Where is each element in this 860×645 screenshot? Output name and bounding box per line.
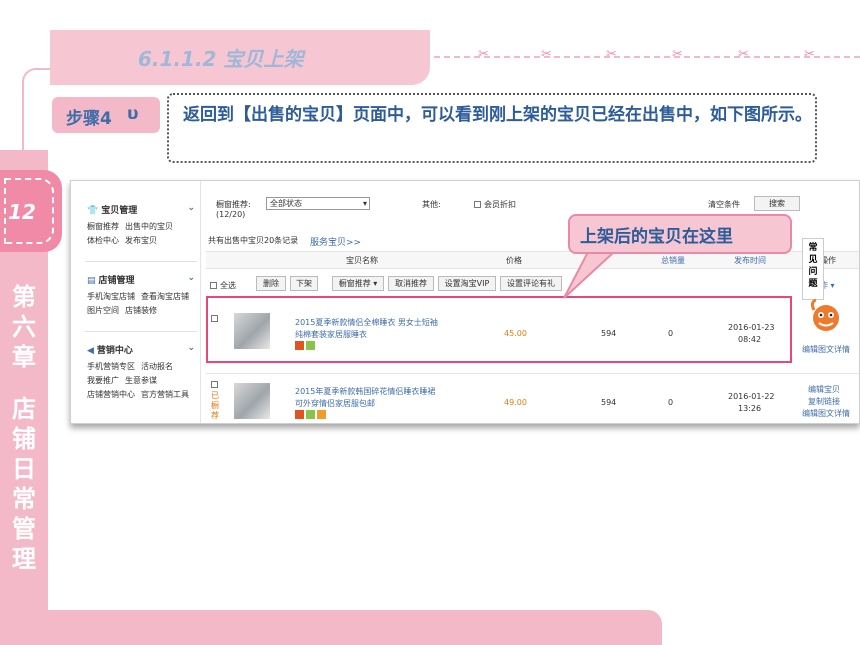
- sidebar-link[interactable]: 店铺装修: [125, 304, 157, 318]
- status-select-value: 全部状态: [270, 199, 302, 208]
- sidebar-link[interactable]: 手机营销专区: [87, 360, 135, 374]
- column-sales[interactable]: 总销量: [661, 255, 685, 266]
- row-checkbox[interactable]: [211, 381, 218, 388]
- sidebar-link[interactable]: 官方营销工具: [141, 388, 189, 402]
- chevron-down-icon[interactable]: ⌄: [187, 203, 195, 213]
- cancel-recommend-button[interactable]: 取消推荐: [388, 276, 434, 291]
- faq-tab[interactable]: 常见问题: [802, 238, 824, 300]
- sidebar-group-marketing: ◀ 营销中心 ⌄ 手机营销专区 活动报名 我要推广 生意参谋 店铺营销中心 官方营销工具: [87, 343, 199, 402]
- sidebar-link[interactable]: 图片空间: [87, 304, 119, 318]
- seller-sidebar: 👕 宝贝管理 ⌄ 橱窗推荐 出售中的宝贝 体检中心 发布宝贝 ▤ 店铺管理 ⌄ 手机淘宝店铺…: [71, 181, 201, 423]
- chevron-down-icon[interactable]: ⌄: [187, 273, 195, 283]
- sidebar-link[interactable]: 我要推广: [87, 374, 119, 388]
- sidebar-group-title: 店铺管理: [98, 276, 135, 286]
- step-icon: υ: [127, 104, 139, 124]
- column-price[interactable]: 价格: [506, 255, 522, 266]
- product-thumbnail[interactable]: [234, 383, 270, 419]
- mobile-icon: [295, 410, 304, 419]
- sidebar-link[interactable]: 手机淘宝店铺: [87, 290, 135, 304]
- sidebar-link[interactable]: 生意参谋: [125, 374, 157, 388]
- sidebar-link[interactable]: 发布宝贝: [125, 234, 157, 248]
- product-time: 13:26: [738, 404, 762, 413]
- window-recommend-button-label: 橱窗推荐: [338, 279, 371, 288]
- member-discount-checkbox[interactable]: [474, 201, 481, 208]
- callout-pointer: [563, 251, 617, 299]
- callout-text: 上架后的宝贝在这里: [580, 227, 733, 247]
- scissors-icon: ✂: [478, 47, 489, 62]
- sidebar-link[interactable]: 店铺营销中心: [87, 388, 135, 402]
- chevron-down-icon: ▾: [362, 199, 367, 208]
- sidebar-group-items: 👕 宝贝管理 ⌄ 橱窗推荐 出售中的宝贝 体检中心 发布宝贝: [87, 203, 199, 248]
- product-stock: 594: [601, 398, 617, 407]
- tag-icon: [306, 410, 315, 419]
- edit-detail-link[interactable]: 编辑图文详情: [802, 408, 850, 419]
- other-label: 其他:: [422, 200, 441, 209]
- member-discount-label: 会员折扣: [484, 200, 516, 209]
- column-time[interactable]: 发布时间: [734, 255, 766, 266]
- store-icon: ▤: [87, 276, 96, 286]
- member-discount-option[interactable]: 会员折扣: [474, 199, 516, 210]
- sidebar-link[interactable]: 出售中的宝贝: [125, 220, 173, 234]
- window-count: (12/20): [216, 210, 246, 219]
- sidebar-group-store: ▤ 店铺管理 ⌄ 手机淘宝店铺 查看淘宝店铺 图片空间 店铺装修: [87, 273, 199, 318]
- scissors-icon: ✂: [606, 47, 617, 62]
- product-price: 49.00: [504, 398, 527, 407]
- clear-filters-link[interactable]: 清空条件: [708, 199, 740, 210]
- status-select[interactable]: 全部状态 ▾: [266, 197, 370, 210]
- sidebar-group-title: 营销中心: [96, 346, 133, 356]
- search-button[interactable]: 搜索: [754, 196, 800, 211]
- delist-button[interactable]: 下架: [290, 276, 318, 291]
- set-vip-button[interactable]: 设置淘宝VIP: [438, 276, 496, 291]
- scissors-icon: ✂: [672, 47, 683, 62]
- record-summary: 共有出售中宝贝20条记录: [208, 236, 299, 245]
- faq-label: 常见问题: [808, 243, 818, 289]
- step-text: 返回到【出售的宝贝】页面中，可以看到刚上架的宝贝已经在出售中，如下图所示。: [183, 105, 812, 125]
- service-items-link[interactable]: 服务宝贝>>: [310, 235, 361, 248]
- window-recommend-label: 橱窗推荐:: [216, 200, 251, 209]
- chapter-title: 第六章 店铺日 常管理: [12, 283, 36, 573]
- section-title: 6.1.1.2 宝贝上架: [138, 47, 304, 71]
- copy-link[interactable]: 复制链接: [808, 396, 840, 407]
- dashed-divider: [434, 56, 860, 58]
- column-name: 宝贝名称: [346, 256, 378, 265]
- megaphone-icon: ◀: [87, 346, 94, 356]
- step-label: 步骤4: [66, 109, 112, 129]
- sidebar-group-title: 宝贝管理: [101, 206, 138, 216]
- new-icon: [317, 410, 326, 419]
- product-date: 2016-01-22: [728, 392, 775, 401]
- bottom-bar: [48, 610, 662, 645]
- highlight-frame: [206, 296, 792, 363]
- recommend-tag: 已橱荐: [211, 391, 219, 420]
- sidebar-link[interactable]: 查看淘宝店铺: [141, 290, 189, 304]
- sidebar-link[interactable]: 橱窗推荐: [87, 220, 119, 234]
- select-all-label: 全选: [220, 281, 236, 290]
- scissors-icon: ✂: [804, 47, 815, 62]
- chevron-down-icon[interactable]: ⌄: [187, 343, 195, 353]
- shirt-icon: 👕: [87, 206, 99, 216]
- chapter-number: 12: [8, 200, 36, 224]
- window-recommend-button[interactable]: 橱窗推荐 ▾: [332, 276, 384, 291]
- sidebar-link[interactable]: 活动报名: [141, 360, 173, 374]
- scissors-icon: ✂: [541, 47, 552, 62]
- set-review-gift-button[interactable]: 设置评论有礼: [500, 276, 562, 291]
- select-all-checkbox[interactable]: [210, 282, 217, 289]
- edit-item-link[interactable]: 编辑宝贝: [808, 384, 840, 395]
- delete-button[interactable]: 删除: [256, 276, 286, 291]
- mascot-icon[interactable]: [806, 296, 846, 340]
- edit-detail-link[interactable]: 编辑图文详情: [802, 344, 850, 355]
- product-badges: [295, 410, 328, 419]
- product-sales: 0: [668, 398, 674, 407]
- scissors-icon: ✂: [738, 47, 749, 62]
- select-all[interactable]: 全选: [210, 280, 236, 291]
- sidebar-link[interactable]: 体检中心: [87, 234, 119, 248]
- product-title-link[interactable]: 2015年夏季新款韩国碎花情侣睡衣睡裙 可外穿情侣家居服包邮: [295, 386, 445, 410]
